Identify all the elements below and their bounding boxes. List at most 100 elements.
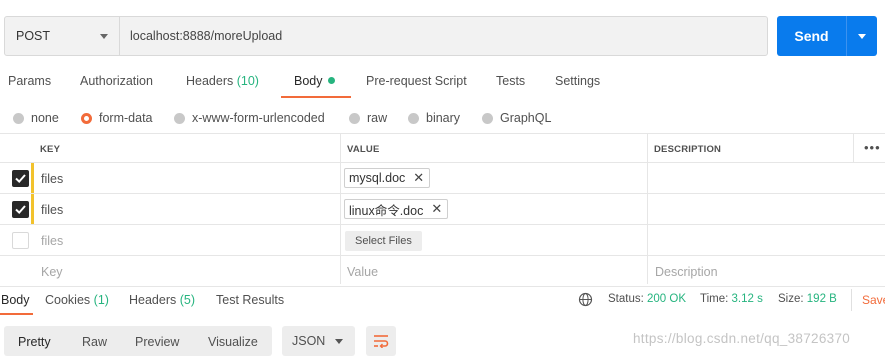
tab-label: Tests xyxy=(496,74,526,88)
tab-response-headers[interactable]: Headers (5) xyxy=(129,293,195,307)
column-header-key: KEY xyxy=(40,144,61,155)
radio-label: raw xyxy=(367,111,388,125)
chevron-down-icon xyxy=(858,33,866,39)
body-type-graphql[interactable]: GraphQL xyxy=(482,111,551,125)
size-value: 192 B xyxy=(806,293,837,305)
active-response-tab-indicator xyxy=(0,313,33,315)
time-info: Time: 3.12 s xyxy=(700,293,763,305)
status-label: Status: xyxy=(608,293,644,305)
send-button[interactable]: Send xyxy=(777,16,846,56)
remove-file-icon[interactable]: ✕ xyxy=(431,201,442,217)
view-mode-preview[interactable]: Preview xyxy=(135,335,179,349)
body-type-none[interactable]: none xyxy=(13,111,59,125)
view-mode-segmented: Pretty Raw Preview Visualize xyxy=(4,326,272,356)
tab-label: Headers xyxy=(186,74,234,88)
radio-icon xyxy=(408,112,419,124)
tab-label: Test Results xyxy=(216,293,285,307)
table-header: KEY VALUE DESCRIPTION ••• xyxy=(0,133,885,163)
send-button-group: Send xyxy=(777,16,877,56)
tab-count: (1) xyxy=(93,293,109,307)
check-icon xyxy=(15,205,26,215)
column-divider xyxy=(340,133,341,284)
radio-selected-icon xyxy=(81,112,92,124)
view-mode-pretty[interactable]: Pretty xyxy=(18,335,51,349)
value-placeholder-input[interactable]: Value xyxy=(347,265,378,279)
radio-icon xyxy=(482,112,493,124)
radio-label: form-data xyxy=(99,111,153,125)
method-select[interactable]: POST xyxy=(5,17,120,55)
tab-headers[interactable]: Headers (10) xyxy=(186,74,259,88)
size-info: Size: 192 B xyxy=(778,293,837,305)
column-header-value: VALUE xyxy=(347,144,380,155)
row-key[interactable]: files xyxy=(41,234,63,248)
tab-label: Body xyxy=(294,74,323,88)
tab-label: Headers xyxy=(129,293,177,307)
wrap-lines-icon xyxy=(374,335,389,348)
body-type-binary[interactable]: binary xyxy=(408,111,460,125)
time-label: Time: xyxy=(700,293,729,305)
key-placeholder-input[interactable]: Key xyxy=(41,265,63,279)
row-checkbox[interactable] xyxy=(12,170,29,187)
active-tab-indicator xyxy=(281,96,351,98)
send-options-button[interactable] xyxy=(846,16,877,56)
time-value: 3.12 s xyxy=(731,293,763,305)
radio-label: binary xyxy=(426,111,461,125)
chevron-down-icon xyxy=(100,33,108,39)
select-files-button[interactable]: Select Files xyxy=(345,231,422,251)
file-chip: linux命令.doc ✕ xyxy=(344,199,449,219)
column-divider xyxy=(647,133,648,284)
request-tabs: Params Authorization Headers (10) Body P… xyxy=(0,74,885,100)
radio-icon xyxy=(174,112,185,124)
view-mode-visualize[interactable]: Visualize xyxy=(208,335,258,349)
more-options-icon[interactable]: ••• xyxy=(864,140,881,155)
description-placeholder-input[interactable]: Description xyxy=(655,265,718,279)
file-chip: mysql.doc ✕ xyxy=(344,168,431,188)
row-key[interactable]: files xyxy=(41,172,63,186)
chevron-down-icon xyxy=(335,338,343,344)
globe-icon[interactable] xyxy=(578,292,593,307)
table-row: files mysql.doc ✕ xyxy=(0,163,885,194)
status-info: Status: 200 OK xyxy=(608,293,686,305)
column-divider xyxy=(853,133,854,163)
tab-test-results[interactable]: Test Results xyxy=(216,293,284,307)
tab-label: Pre-request Script xyxy=(366,74,467,88)
body-type-form-data[interactable]: form-data xyxy=(81,111,153,125)
format-select[interactable]: JSON xyxy=(282,326,355,356)
save-response-button[interactable]: Save xyxy=(851,289,885,311)
file-name: mysql.doc xyxy=(349,171,406,185)
tab-label: Params xyxy=(8,74,52,88)
watermark-text: https://blog.csdn.net/qq_38726370 xyxy=(633,331,851,346)
row-marker xyxy=(31,163,34,193)
file-name: linux命令.doc xyxy=(349,203,424,218)
table-row: files linux命令.doc ✕ xyxy=(0,194,885,225)
view-mode-raw[interactable]: Raw xyxy=(82,335,107,349)
radio-label: x-www-form-urlencoded xyxy=(192,111,325,125)
tab-count: (5) xyxy=(179,293,196,307)
radio-icon xyxy=(349,112,360,124)
radio-icon xyxy=(13,112,24,124)
size-label: Size: xyxy=(778,293,804,305)
active-dot-icon xyxy=(327,77,335,84)
tab-tests[interactable]: Tests xyxy=(496,74,525,88)
tab-label: Body xyxy=(1,293,30,307)
url-input[interactable]: localhost:8888/moreUpload xyxy=(120,17,767,55)
tab-count: (10) xyxy=(236,74,259,88)
body-type-raw[interactable]: raw xyxy=(349,111,387,125)
wrap-lines-button[interactable] xyxy=(366,326,396,356)
row-checkbox[interactable] xyxy=(12,232,29,249)
remove-file-icon[interactable]: ✕ xyxy=(413,170,424,186)
body-type-urlencoded[interactable]: x-www-form-urlencoded xyxy=(174,111,325,125)
tab-params[interactable]: Params xyxy=(8,74,51,88)
tab-body[interactable]: Body xyxy=(294,74,335,88)
row-key[interactable]: files xyxy=(41,203,63,217)
row-checkbox[interactable] xyxy=(12,201,29,218)
tab-cookies[interactable]: Cookies (1) xyxy=(45,293,109,307)
new-row: Key Value Description xyxy=(0,256,885,287)
tab-response-body[interactable]: Body xyxy=(1,293,30,307)
radio-label: GraphQL xyxy=(500,111,552,125)
tab-authorization[interactable]: Authorization xyxy=(80,74,153,88)
tab-settings[interactable]: Settings xyxy=(555,74,600,88)
status-value: 200 OK xyxy=(647,293,687,305)
column-header-description: DESCRIPTION xyxy=(654,144,722,155)
tab-pre-request-script[interactable]: Pre-request Script xyxy=(366,74,467,88)
